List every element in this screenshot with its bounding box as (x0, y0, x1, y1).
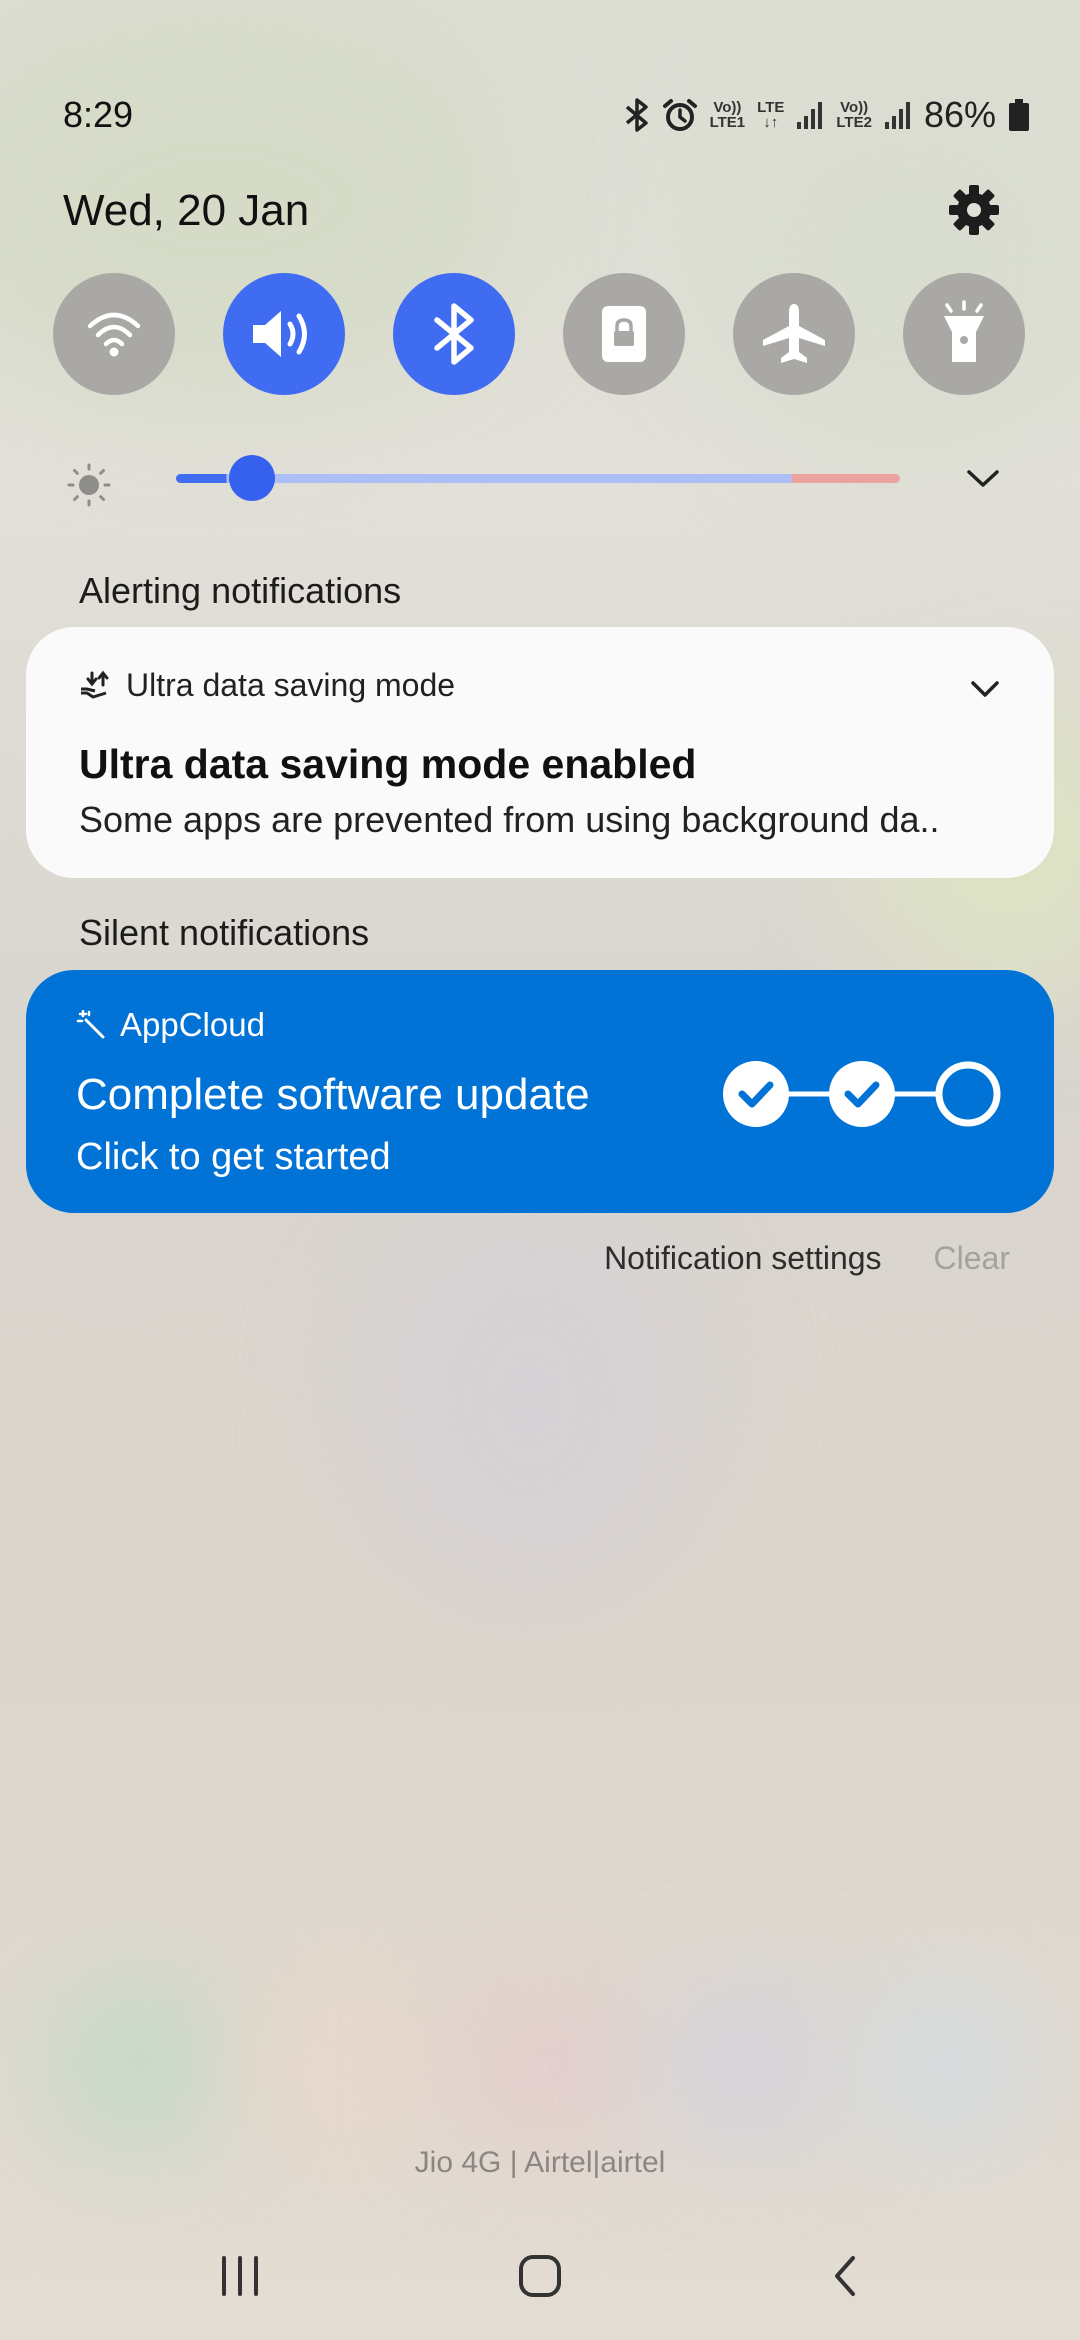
back-icon (835, 2256, 855, 2296)
appcloud-notification[interactable]: AppCloud Complete software update Click … (26, 970, 1054, 1213)
silent-notifications-label: Silent notifications (79, 912, 370, 953)
lte-indicator: LTE ↓↑ (757, 99, 785, 131)
notification-settings-button[interactable]: Notification settings (604, 1240, 881, 1277)
brightness-slider-thumb[interactable] (229, 455, 275, 501)
step-complete-icon (829, 1061, 895, 1127)
battery-percent: 86% (923, 94, 996, 135)
battery-icon (1009, 99, 1029, 131)
bluetooth-icon (625, 98, 648, 132)
sound-icon (253, 311, 307, 357)
notification-body: Some apps are prevented from using backg… (79, 799, 940, 840)
wifi-icon (87, 312, 141, 357)
quick-toggles (53, 273, 1025, 395)
notification-app-name: AppCloud (120, 1006, 265, 1043)
flashlight-icon (944, 300, 984, 362)
sim2-network: Vo)) LTE2 (836, 99, 872, 131)
sound-toggle[interactable] (223, 273, 345, 395)
bluetooth-icon (434, 303, 474, 365)
airplane-mode-toggle[interactable] (733, 273, 855, 395)
ultra-data-saving-notification[interactable]: Ultra data saving mode Ultra data saving… (26, 627, 1054, 878)
notification-title: Complete software update (76, 1070, 590, 1119)
notification-app-name: Ultra data saving mode (126, 667, 456, 703)
date: Wed, 20 Jan (63, 186, 310, 235)
navigation-bar (0, 2250, 1080, 2302)
alarm-icon (662, 99, 697, 131)
expand-chevron-down-icon[interactable] (964, 462, 1002, 494)
signal-icon (797, 102, 823, 129)
carrier-label: Jio 4G | Airtel|airtel (414, 2146, 666, 2179)
notification-body: Click to get started (76, 1136, 391, 1178)
status-icons: Vo)) LTE1 LTE ↓↑ Vo)) LTE2 86% (624, 94, 1030, 136)
recents-button[interactable] (210, 2250, 270, 2302)
brightness-icon (67, 463, 111, 507)
back-button[interactable] (814, 2250, 874, 2302)
progress-steps (723, 1061, 1001, 1127)
notification-actions: Notification settings Clear (604, 1240, 1010, 1277)
step-complete-icon (723, 1061, 789, 1127)
flashlight-toggle[interactable] (903, 273, 1025, 395)
sim1-network: Vo)) LTE1 (709, 99, 746, 131)
magic-wand-icon (76, 1010, 105, 1039)
brightness-slider[interactable] (176, 474, 900, 483)
notification-app-row: AppCloud (76, 1006, 265, 1044)
alerting-notifications-label: Alerting notifications (79, 570, 402, 611)
wifi-toggle[interactable] (53, 273, 175, 395)
notification-title: Ultra data saving mode enabled (79, 741, 697, 787)
home-button[interactable] (510, 2250, 570, 2302)
data-saving-icon (81, 670, 109, 699)
airplane-icon (763, 304, 825, 363)
notification-app-row: Ultra data saving mode (78, 667, 455, 704)
chevron-down-icon[interactable] (968, 675, 1002, 703)
bluetooth-toggle[interactable] (393, 273, 515, 395)
step-pending-icon (935, 1061, 1001, 1127)
lock-rotation-icon (602, 306, 646, 362)
clear-button[interactable]: Clear (934, 1240, 1010, 1277)
home-icon (519, 2255, 561, 2297)
settings-gear-icon[interactable] (946, 182, 1002, 238)
status-time: 8:29 (63, 94, 134, 135)
rotation-lock-toggle[interactable] (563, 273, 685, 395)
recents-icon (222, 2256, 258, 2296)
signal-icon (884, 102, 910, 129)
